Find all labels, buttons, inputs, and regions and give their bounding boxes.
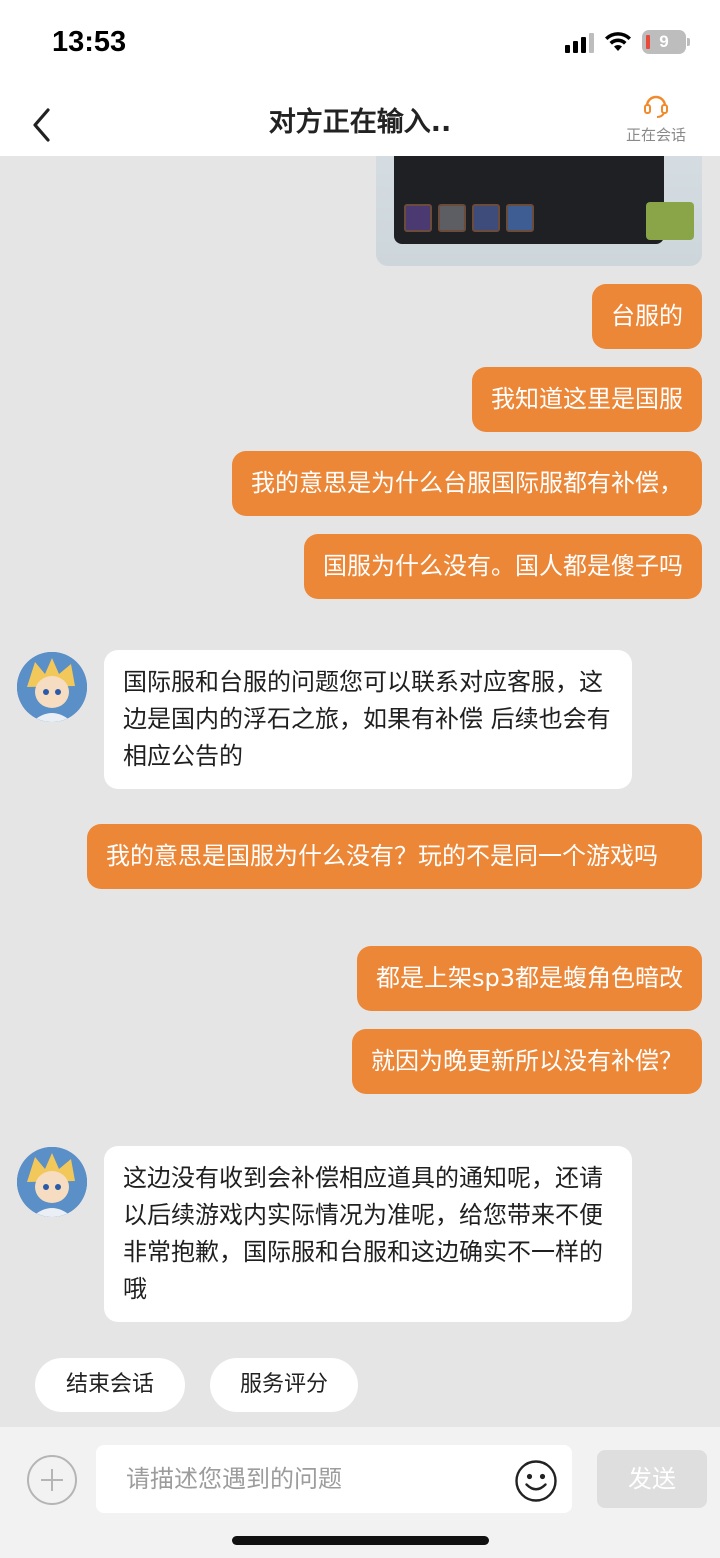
chat-area[interactable]: 台服的 我知道这里是国服 我的意思是为什么台服国际服都有补偿， 国服为什么没有。… [0, 156, 720, 1426]
wifi-icon [605, 32, 631, 51]
nav-bar: 对方正在输入.. 正在会话 [0, 86, 720, 156]
battery-level: 9 [659, 32, 669, 51]
rate-service-button[interactable]: 服务评分 [210, 1358, 358, 1412]
status-time: 13:53 [52, 26, 127, 58]
image-message[interactable] [376, 156, 702, 266]
end-session-button[interactable]: 结束会话 [35, 1358, 185, 1412]
emoji-icon[interactable] [514, 1459, 558, 1503]
user-message: 台服的 [592, 284, 702, 349]
message-input[interactable] [96, 1445, 572, 1513]
plus-icon[interactable] [27, 1455, 77, 1505]
user-message: 国服为什么没有。国人都是傻子吗 [304, 534, 702, 599]
battery-icon: 9 [642, 30, 690, 54]
page-title: 对方正在输入.. [268, 107, 452, 138]
agent-message: 国际服和台服的问题您可以联系对应客服，这边是国内的浮石之旅，如果有补偿 后续也会… [104, 650, 632, 789]
user-message: 就因为晚更新所以没有补偿？ [352, 1029, 702, 1094]
status-bar: 13:53 9 [0, 0, 720, 86]
session-status-label: 正在会话 [625, 126, 686, 144]
user-message: 都是上架sp3都是蝮角色暗改 [356, 946, 702, 1011]
home-indicator[interactable] [232, 1536, 489, 1545]
user-message: 我的意思是为什么台服国际服都有补偿， [232, 451, 702, 516]
agent-avatar[interactable] [17, 652, 87, 722]
agent-message: 这边没有收到会补偿相应道具的通知呢，还请以后续游戏内实际情况为准呢，给您带来不便… [104, 1146, 632, 1322]
agent-avatar[interactable] [17, 1147, 87, 1217]
user-message: 我的意思是国服为什么没有？玩的不是同一个游戏吗 [87, 824, 702, 889]
send-button[interactable]: 发送 [597, 1450, 707, 1508]
screenshot-thumbnail [394, 156, 694, 244]
signal-icon [565, 31, 594, 53]
headset-icon [644, 95, 668, 118]
session-status: 正在会话 [620, 92, 692, 145]
status-icons: 9 [565, 30, 690, 54]
user-message: 我知道这里是国服 [472, 367, 702, 432]
